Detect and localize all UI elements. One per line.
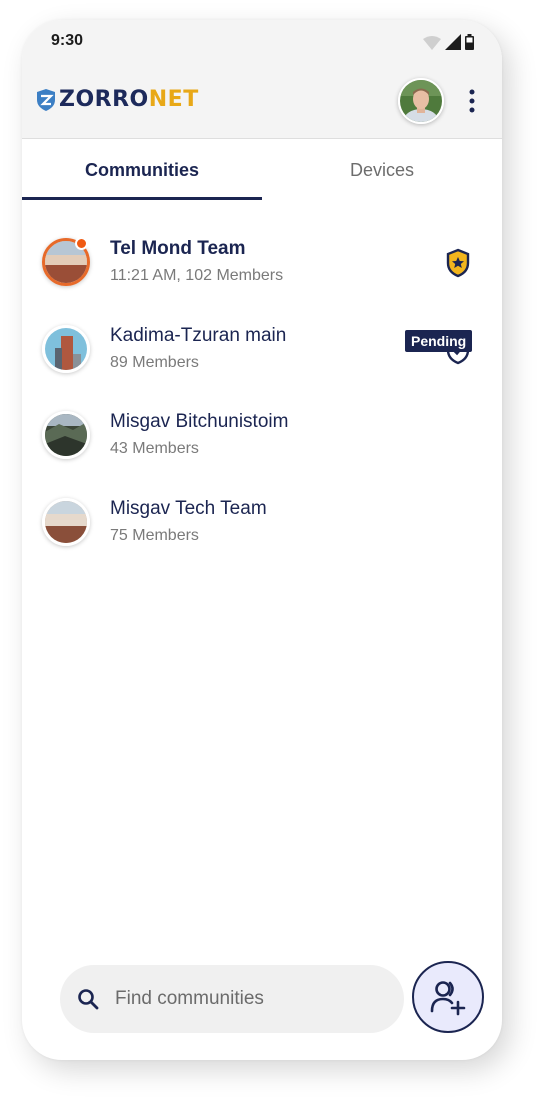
tab-communities[interactable]: Communities: [22, 140, 262, 200]
add-member-button[interactable]: [412, 961, 484, 1033]
community-name: Kadima-Tzuran main: [110, 324, 287, 346]
community-subtitle: 43 Members: [110, 440, 199, 457]
community-thumbnail: [42, 324, 90, 373]
tab-bar: Communities Devices: [22, 140, 502, 200]
search-icon: [78, 989, 99, 1010]
pending-badge: Pending: [405, 330, 473, 352]
active-tab-indicator: [22, 197, 262, 200]
status-time: 9:30: [51, 32, 84, 49]
tab-devices[interactable]: Devices: [262, 140, 502, 200]
community-name: Misgav Tech Team: [110, 497, 267, 519]
community-row-tel-mond-team[interactable]: Tel Mond Team 11:21 AM, 102 Members: [22, 220, 502, 307]
status-icons: [423, 34, 474, 50]
community-name: Misgav Bitchunistoim: [110, 411, 289, 432]
star-shield-icon: [446, 248, 470, 278]
community-subtitle: 89 Members: [110, 353, 199, 371]
phone-screen: 9:30 ZORRONET Communities Devices Tel Mo…: [22, 20, 502, 1060]
search-input[interactable]: [115, 988, 375, 1010]
shield-logo-icon: [37, 89, 55, 111]
search-bar[interactable]: [60, 965, 404, 1033]
signal-icon: [445, 34, 461, 50]
zorronet-logo: ZORRONET: [36, 88, 199, 112]
logo-text: ZORRONET: [59, 87, 199, 112]
unread-dot: [75, 237, 88, 250]
community-row-misgav-bitchunistoim[interactable]: Misgav Bitchunistoim 43 Members: [22, 393, 502, 480]
more-vert-icon[interactable]: [466, 88, 478, 114]
user-avatar[interactable]: [398, 78, 444, 124]
community-name: Tel Mond Team: [110, 238, 246, 259]
battery-icon: [465, 34, 474, 50]
add-user-icon: [430, 981, 466, 1016]
community-subtitle: 11:21 AM, 102 Members: [110, 267, 284, 284]
app-header: 9:30 ZORRONET: [22, 20, 502, 139]
community-subtitle: 75 Members: [110, 526, 199, 544]
community-row-misgav-tech-team[interactable]: Misgav Tech Team 75 Members: [22, 480, 502, 567]
community-thumbnail: [42, 411, 90, 459]
wifi-icon: [423, 36, 441, 50]
community-list: Tel Mond Team 11:21 AM, 102 Members Kadi…: [22, 220, 502, 566]
community-thumbnail: [42, 497, 90, 546]
